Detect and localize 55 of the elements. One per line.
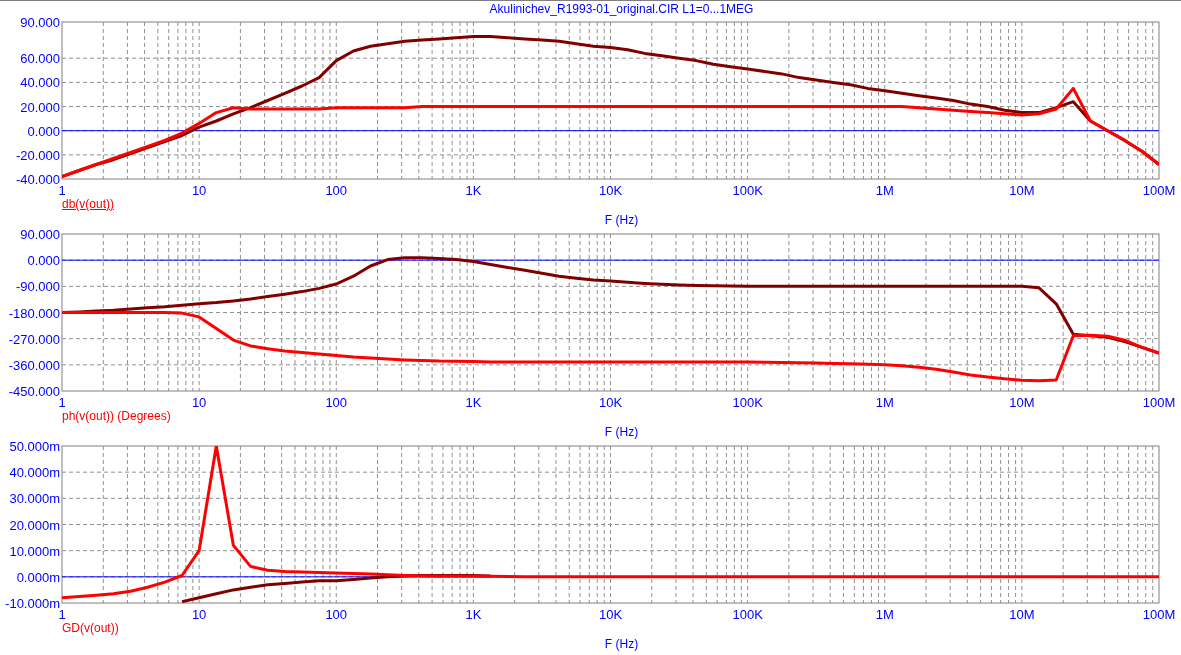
axis-tick-label: 10M	[1009, 607, 1035, 621]
axis-tick-label: 1	[58, 607, 66, 621]
axis-tick-label: 90.000	[20, 17, 60, 30]
axis-tick-label: 1	[58, 183, 66, 197]
axis-tick-label: 1K	[465, 607, 482, 621]
axis-tick-label: 40.000m	[9, 465, 60, 481]
axis-tick-label: 100M	[1142, 607, 1176, 621]
axis-tick-label: 30.000m	[9, 491, 60, 507]
plot-title: Akulinichev_R1993-01_original.CIR L1=0...1MEG	[489, 1, 754, 17]
axis-tick-label: 10K	[598, 395, 623, 409]
axis-tick-label: 60.000	[20, 51, 60, 67]
axis-tick-label: 100K	[732, 607, 763, 621]
axis-tick-label: -270.000	[8, 331, 60, 347]
axis-tick-label: 20.000	[20, 99, 60, 115]
axis-title: F (Hz)	[604, 636, 639, 653]
axis-tick-label: 10M	[1009, 183, 1035, 197]
axis-tick-label: 40.000	[20, 75, 60, 91]
axis-tick-label: 10M	[1009, 395, 1035, 409]
axis-tick-label: -20.000	[15, 147, 60, 163]
axis-tick-label: 0.000m	[16, 569, 60, 585]
axis-tick-label: -450.000	[8, 384, 60, 399]
axis-tick-label: 10	[191, 183, 207, 197]
axis-tick-label: 1M	[875, 183, 894, 197]
axis-tick-label: 100	[325, 607, 348, 621]
axis-tick-label: 1	[58, 395, 66, 409]
axis-tick-label: 100K	[732, 395, 763, 409]
axis-tick-label: 100K	[732, 183, 763, 197]
axis-tick-label: 90.000	[20, 229, 60, 242]
axis-tick-label: 100M	[1142, 395, 1176, 409]
axis-tick-label: 1M	[875, 607, 894, 621]
axis-title: F (Hz)	[604, 424, 639, 441]
axis-tick-label: 1M	[875, 395, 894, 409]
axis-tick-label: 0.000	[27, 253, 60, 269]
axis-label: ph(v(out)) (Degrees)	[62, 409, 171, 424]
axis-tick-label: -90.000	[15, 279, 60, 295]
axis-tick-label: -180.000	[8, 305, 60, 321]
axis-title: F (Hz)	[604, 212, 639, 229]
axis-tick-label: 100M	[1142, 183, 1176, 197]
axis-tick-label: 1K	[465, 395, 482, 409]
axis-label: db(v(out))	[62, 197, 114, 212]
axis-tick-label: 10.000m	[9, 543, 60, 559]
axis-label: GD(v(out))	[62, 621, 119, 636]
axis-tick-label: 10K	[598, 607, 623, 621]
axis-tick-label: -40.000	[15, 172, 60, 187]
axis-tick-label: 20.000m	[9, 517, 60, 533]
axis-tick-label: -10.000m	[5, 596, 60, 611]
axis-tick-label: 0.000	[27, 123, 60, 139]
axis-tick-label: 10	[191, 607, 207, 621]
axis-tick-label: 100	[325, 183, 348, 197]
axis-tick-label: -360.000	[8, 357, 60, 373]
axis-tick-label: 1K	[465, 183, 482, 197]
axis-tick-label: 50.000m	[9, 441, 60, 454]
axis-tick-label: 10K	[598, 183, 623, 197]
axis-tick-label: 100	[325, 395, 348, 409]
axis-tick-label: 10	[191, 395, 207, 409]
